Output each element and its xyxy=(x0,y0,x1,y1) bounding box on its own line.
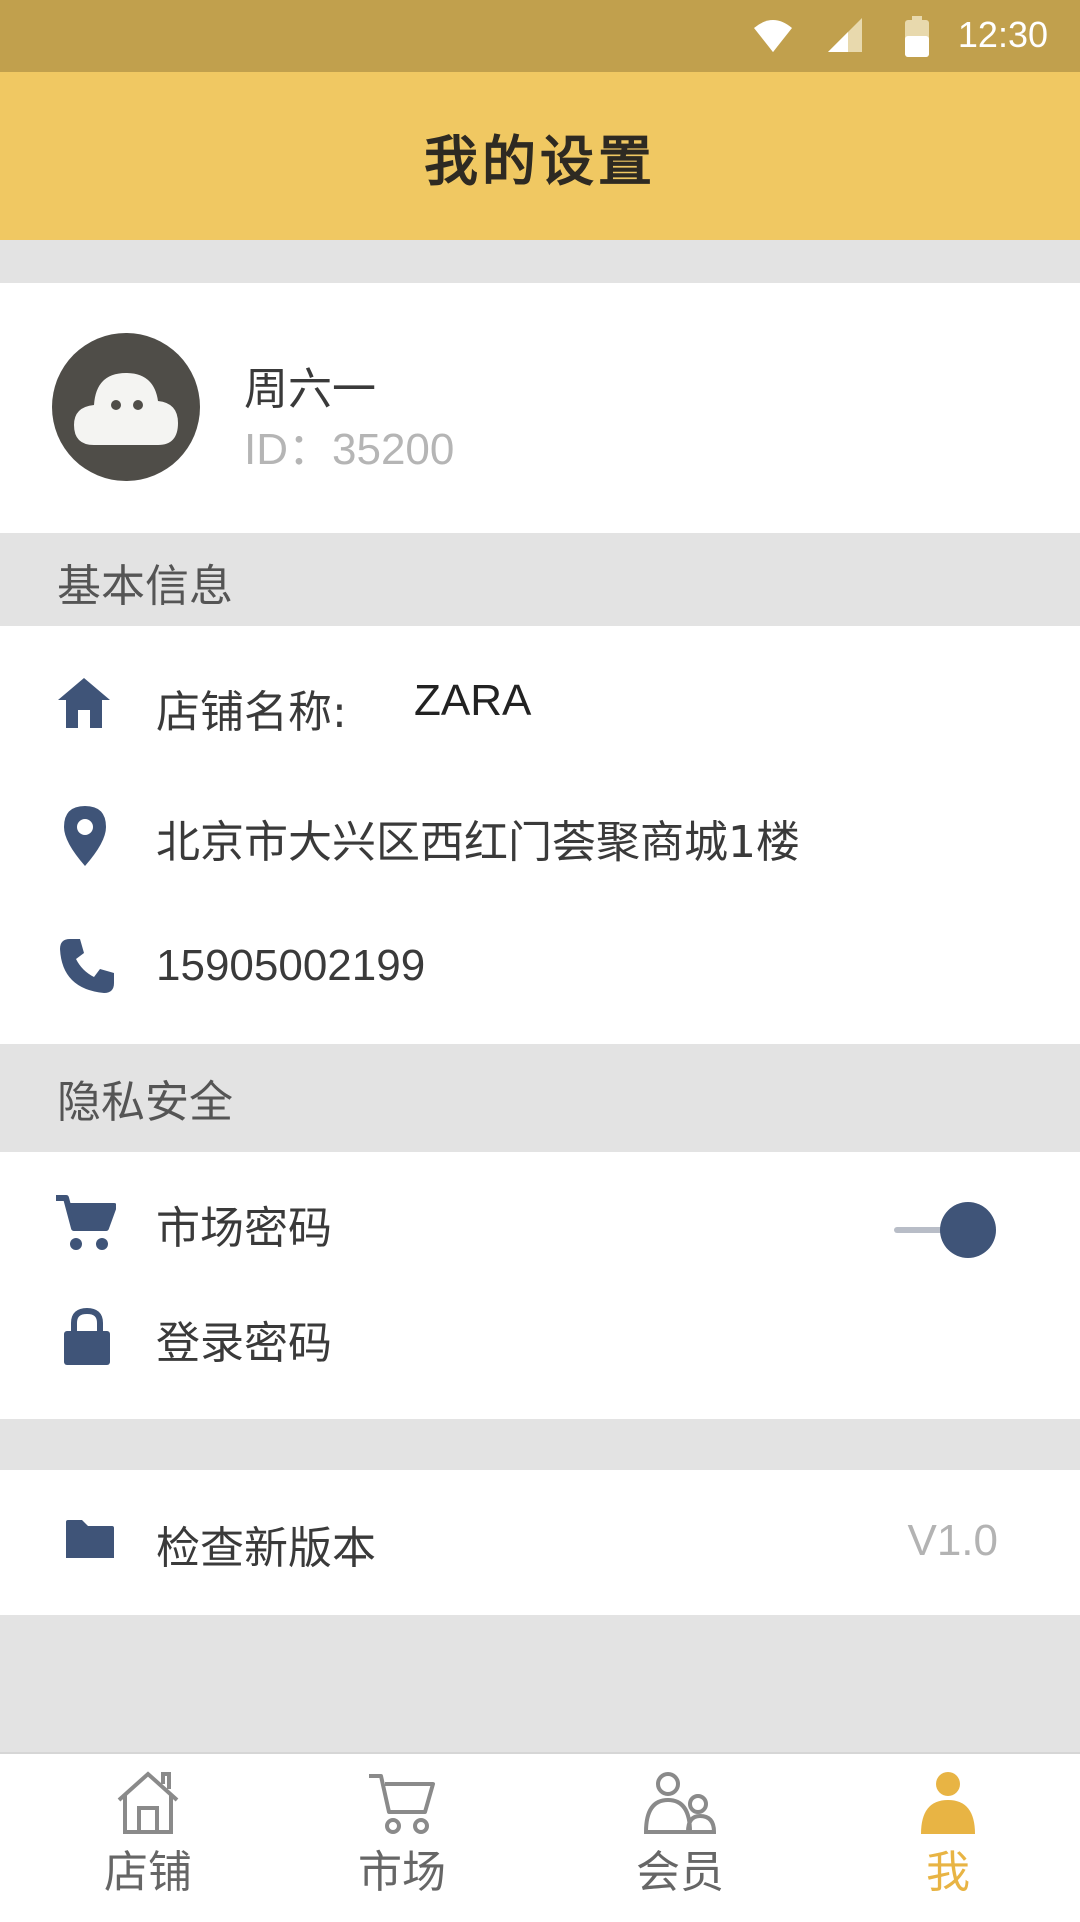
market-password-label: 市场密码 xyxy=(156,1203,332,1254)
phone-text: 15905002199 xyxy=(156,941,426,990)
cart-outline-icon xyxy=(369,1774,435,1834)
store-name-value: ZARA xyxy=(414,676,532,725)
tab-label-me: 我 xyxy=(926,1847,970,1898)
status-time: 12:30 xyxy=(957,14,1048,55)
version-label: 检查新版本 xyxy=(156,1523,376,1574)
market-password-row[interactable]: 市场密码 xyxy=(0,1152,1080,1277)
section-label-basic-info: 基本信息 xyxy=(57,561,233,612)
market-password-toggle[interactable] xyxy=(890,1200,1000,1260)
signal-icon xyxy=(828,18,862,52)
section-label-privacy: 隐私安全 xyxy=(57,1077,233,1128)
version-value: V1.0 xyxy=(907,1516,998,1565)
version-row[interactable]: 检查新版本 V1.0 xyxy=(0,1470,1080,1615)
tab-label-market: 市场 xyxy=(358,1847,446,1898)
tab-label-store: 店铺 xyxy=(104,1847,192,1898)
battery-icon xyxy=(905,16,929,57)
home-icon xyxy=(58,678,110,728)
header-bar: 我的设置 xyxy=(0,72,1080,240)
phone-row[interactable]: 15905002199 xyxy=(0,901,1080,1044)
folder-icon xyxy=(66,1520,114,1558)
avatar[interactable] xyxy=(52,333,200,481)
cloud-face-icon xyxy=(74,373,178,445)
tab-label-members: 会员 xyxy=(636,1847,724,1898)
store-name-row[interactable]: 店铺名称: ZARA xyxy=(0,626,1080,766)
store-name-label: 店铺名称: xyxy=(156,687,347,738)
tab-market[interactable]: 市场 xyxy=(322,1754,482,1922)
cart-icon xyxy=(56,1195,116,1250)
login-password-label: 登录密码 xyxy=(156,1318,332,1369)
address-row[interactable]: 北京市大兴区西红门荟聚商城1楼 xyxy=(0,766,1080,901)
profile-card[interactable]: 周六一 ID：35200 xyxy=(0,283,1080,533)
page-title: 我的设置 xyxy=(424,129,656,193)
store-icon xyxy=(117,1771,179,1834)
basic-info-card: 店铺名称: ZARA 北京市大兴区西红门荟聚商城1楼 15905002199 xyxy=(0,626,1080,1044)
status-bar: 12:30 xyxy=(0,0,1080,72)
tab-store[interactable]: 店铺 xyxy=(68,1754,228,1922)
privacy-card: 市场密码 登录密码 xyxy=(0,1152,1080,1419)
members-icon xyxy=(643,1772,717,1834)
login-password-row[interactable]: 登录密码 xyxy=(0,1277,1080,1419)
bottom-tab-bar: 店铺 市场 会员 我 xyxy=(0,1752,1080,1922)
address-text: 北京市大兴区西红门荟聚商城1楼 xyxy=(156,817,800,868)
profile-id: ID：35200 xyxy=(244,425,455,474)
toggle-knob xyxy=(940,1202,996,1258)
lock-icon xyxy=(64,1307,110,1365)
tab-members[interactable]: 会员 xyxy=(600,1754,760,1922)
wifi-icon xyxy=(754,20,792,52)
person-icon xyxy=(921,1772,975,1834)
location-pin-icon xyxy=(64,806,106,866)
phone-icon xyxy=(60,939,114,993)
tab-me[interactable]: 我 xyxy=(868,1754,1028,1922)
profile-name: 周六一 xyxy=(244,364,376,415)
